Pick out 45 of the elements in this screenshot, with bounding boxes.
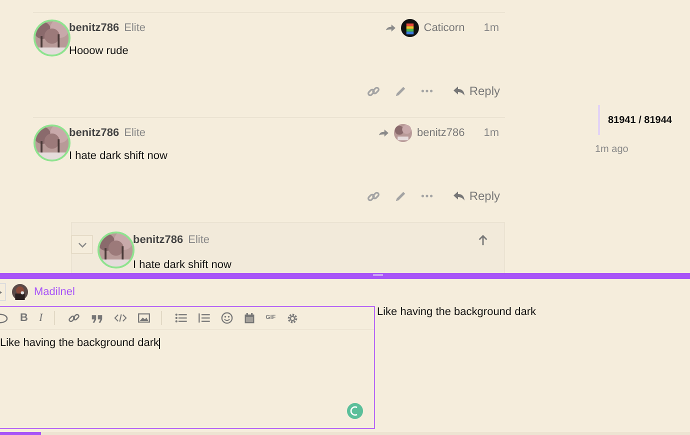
reply-text: Like having the background dark xyxy=(0,336,161,349)
link-icon[interactable] xyxy=(367,190,380,202)
calendar-icon[interactable] xyxy=(244,312,255,324)
link-icon[interactable] xyxy=(68,312,80,324)
numbered-list-icon[interactable] xyxy=(198,313,210,323)
more-icon[interactable] xyxy=(421,194,434,198)
timeline-date[interactable]: 1m ago xyxy=(595,144,672,155)
collapse-button[interactable] xyxy=(71,235,93,254)
up-arrow-icon[interactable] xyxy=(478,234,488,246)
post-text: I hate dark shift now xyxy=(69,150,168,162)
reply-to-user[interactable]: Madilnel xyxy=(34,286,75,298)
post-time[interactable]: 1m xyxy=(484,127,499,139)
username[interactable]: benitz786 xyxy=(133,234,184,246)
quote-icon[interactable] xyxy=(90,314,103,322)
user-title: Elite xyxy=(124,22,146,34)
reply-arrow-icon xyxy=(384,24,396,32)
post-text: I hate dark shift now xyxy=(133,259,232,271)
reply-button[interactable]: Reply xyxy=(447,84,505,98)
pencil-icon[interactable] xyxy=(394,84,408,98)
reply-icon xyxy=(453,191,466,201)
more-icon[interactable] xyxy=(421,89,434,93)
settings-icon[interactable] xyxy=(286,312,298,324)
reply-preview: Like having the background dark xyxy=(376,305,536,320)
user-title: Elite xyxy=(188,234,210,246)
timeline-position: 81941 / 81944 xyxy=(608,114,672,126)
link-icon[interactable] xyxy=(367,84,380,98)
user-title: Elite xyxy=(124,127,146,139)
chevron-down-icon xyxy=(78,242,86,248)
bullet-list-icon[interactable] xyxy=(174,313,187,323)
reply-arrow-icon xyxy=(378,128,389,138)
username[interactable]: benitz786 xyxy=(69,22,120,34)
reply-to-user[interactable]: benitz786 xyxy=(417,127,465,139)
reply-button[interactable]: Reply xyxy=(447,189,505,203)
italic-button[interactable]: I xyxy=(38,312,43,324)
pencil-icon[interactable] xyxy=(394,190,408,202)
grammar-check-icon[interactable] xyxy=(347,403,363,419)
reply-to-user[interactable]: Caticorn xyxy=(424,22,465,34)
smiley-icon[interactable] xyxy=(220,312,233,324)
reply-icon xyxy=(453,86,466,96)
image-icon[interactable] xyxy=(138,313,150,323)
bold-button[interactable]: B xyxy=(20,312,28,324)
post-time[interactable]: 1m xyxy=(484,22,499,34)
post-text: Hooow rude xyxy=(69,45,130,57)
username[interactable]: benitz786 xyxy=(69,127,120,139)
code-icon[interactable] xyxy=(114,314,127,322)
